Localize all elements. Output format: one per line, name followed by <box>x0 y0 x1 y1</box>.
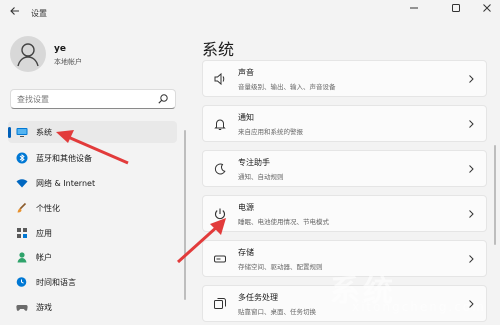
user-name: ye <box>54 44 66 54</box>
sidebar-item-personalization[interactable]: 个性化 <box>8 197 177 219</box>
bluetooth-icon <box>16 152 28 164</box>
chevron-right-icon <box>466 163 476 175</box>
bell-icon <box>213 117 227 131</box>
chevron-right-icon <box>466 208 476 220</box>
settings-card-sound[interactable]: 声音 音量级别、输出、输入、声音设备 <box>202 60 487 97</box>
main-scrollbar[interactable] <box>494 145 496 245</box>
sidebar-item-gaming[interactable]: 游戏 <box>8 296 177 318</box>
apps-icon <box>16 227 28 239</box>
sidebar-item-time-language[interactable]: 时间和语言 <box>8 271 177 293</box>
sidebar-item-label: 蓝牙和其他设备 <box>36 154 92 163</box>
active-indicator <box>8 127 11 138</box>
back-arrow-icon[interactable] <box>9 5 23 19</box>
search-box[interactable] <box>10 89 176 109</box>
card-subtitle: 音量级别、输出、输入、声音设备 <box>238 83 336 91</box>
card-title: 电源 <box>238 203 254 212</box>
power-icon <box>213 207 227 221</box>
settings-card-focus-assist[interactable]: 专注助手 通知、自动规则 <box>202 150 487 187</box>
sidebar-item-apps[interactable]: 应用 <box>8 222 177 244</box>
storage-icon <box>213 252 227 266</box>
card-title: 多任务处理 <box>238 293 278 302</box>
settings-card-notifications[interactable]: 通知 来自应用和系统的警报 <box>202 105 487 142</box>
multitask-icon <box>213 297 227 311</box>
watermark-url: xitongcheng.com <box>352 300 486 314</box>
sidebar-item-label: 帐户 <box>36 253 52 262</box>
moon-icon <box>213 162 227 176</box>
minimize-icon[interactable] <box>404 3 424 19</box>
card-subtitle: 贴靠窗口、桌面、任务切换 <box>238 308 316 316</box>
chevron-right-icon <box>466 118 476 130</box>
settings-card-power[interactable]: 电源 睡眠、电池使用情况、节电模式 <box>202 195 487 232</box>
sidebar-item-bluetooth[interactable]: 蓝牙和其他设备 <box>8 147 177 169</box>
sidebar-item-label: 个性化 <box>36 204 60 213</box>
sidebar-item-system[interactable]: 系统 <box>8 121 177 143</box>
brush-icon <box>16 202 28 214</box>
page-title: 系统 <box>202 40 235 59</box>
maximize-icon[interactable] <box>446 3 466 19</box>
chevron-right-icon <box>466 73 476 85</box>
chevron-right-icon <box>466 253 476 265</box>
search-input[interactable] <box>17 92 157 107</box>
account-icon <box>16 251 28 263</box>
sidebar-item-label: 游戏 <box>36 303 52 312</box>
sidebar-scrollbar[interactable] <box>184 130 186 300</box>
gamepad-icon <box>16 301 28 313</box>
sidebar-item-label: 时间和语言 <box>36 278 76 287</box>
card-subtitle: 睡眠、电池使用情况、节电模式 <box>238 218 329 226</box>
sidebar-item-label: 网络 & Internet <box>36 179 96 188</box>
card-subtitle: 来自应用和系统的警报 <box>238 128 303 136</box>
card-subtitle: 通知、自动规则 <box>238 173 284 181</box>
card-title: 存储 <box>238 248 254 257</box>
title-bar: 设置 <box>0 0 500 26</box>
account-type: 本地帐户 <box>54 58 82 66</box>
sidebar-item-network[interactable]: 网络 & Internet <box>8 172 177 194</box>
person-icon <box>10 36 46 72</box>
sidebar-item-accounts[interactable]: 帐户 <box>8 246 177 268</box>
speaker-icon <box>213 72 227 86</box>
card-title: 声音 <box>238 68 254 77</box>
search-icon[interactable] <box>157 93 169 105</box>
card-title: 专注助手 <box>238 158 270 167</box>
monitor-icon <box>16 126 28 138</box>
sidebar-item-label: 应用 <box>36 229 52 238</box>
wifi-icon <box>16 177 28 189</box>
close-icon[interactable] <box>477 3 497 19</box>
window-title: 设置 <box>31 9 47 18</box>
card-title: 通知 <box>238 113 254 122</box>
card-subtitle: 存储空间、驱动器、配置规则 <box>238 263 323 271</box>
sidebar-item-label: 系统 <box>36 128 52 137</box>
globe-clock-icon <box>16 276 28 288</box>
